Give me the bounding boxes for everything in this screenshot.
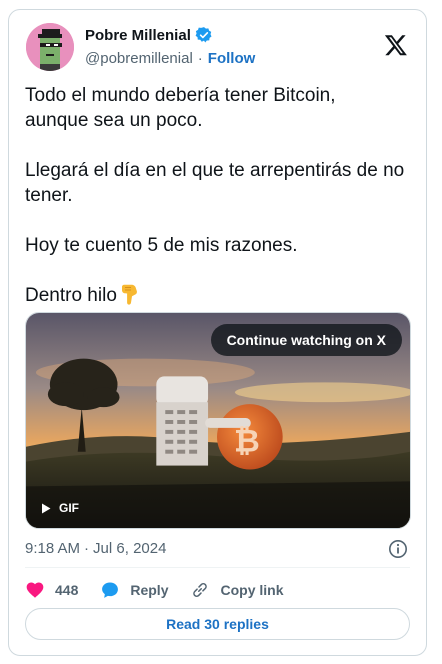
svg-text:₿: ₿ <box>234 423 260 459</box>
reply-bubble-icon <box>102 582 119 598</box>
play-icon <box>42 503 51 513</box>
tweet-date: Jul 6, 2024 <box>93 540 167 557</box>
gif-media[interactable]: ₿ Continue watching on X GIF <box>25 312 411 529</box>
tweet-paragraph-last: Dentro hilo <box>25 283 417 308</box>
gif-badge[interactable]: GIF <box>34 497 86 519</box>
verified-badge-icon <box>195 27 212 43</box>
continue-watching-button[interactable]: Continue watching on X <box>210 324 402 356</box>
tweet-paragraph: Llegará el día en el que te arrepentirás… <box>25 160 405 206</box>
author-name-row: Pobre Millenial <box>85 26 213 44</box>
tweet-paragraph: Todo el mundo debería tener Bitcoin, aun… <box>25 85 336 131</box>
tweet-header: Pobre Millenial @pobremillenial · Follow <box>26 23 410 73</box>
gif-label: GIF <box>59 501 79 515</box>
reply-label: Reply <box>130 582 169 598</box>
copy-link-label: Copy link <box>220 582 284 598</box>
link-icon <box>193 583 208 597</box>
tweet-text: Todo el mundo debería tener Bitcoin, aun… <box>25 83 417 308</box>
author-handle[interactable]: @pobremillenial <box>85 50 193 67</box>
copy-link-button[interactable]: Copy link <box>190 580 284 600</box>
author-handle-row: @pobremillenial · Follow <box>85 50 255 67</box>
tweet-time: 9:18 AM <box>25 540 81 557</box>
pixel-art-avatar-icon <box>26 23 74 71</box>
like-button[interactable]: 448 <box>25 580 78 600</box>
read-replies-button[interactable]: Read 30 replies <box>25 608 410 640</box>
author-name[interactable]: Pobre Millenial <box>85 27 191 44</box>
reply-button[interactable]: Reply <box>100 580 168 600</box>
tweet-paragraph-text: Dentro hilo <box>25 285 117 306</box>
tweet-card: Pobre Millenial @pobremillenial · Follow… <box>8 9 427 656</box>
handle-separator: · <box>197 50 203 67</box>
tweet-timestamp[interactable]: 9:18 AM · Jul 6, 2024 <box>25 540 166 557</box>
pointing-down-emoji-icon <box>121 284 137 305</box>
likes-count: 448 <box>55 582 79 598</box>
tweet-actions: 448 Reply Copy link <box>25 578 306 602</box>
tweet-paragraph: Hoy te cuento 5 de mis razones. <box>25 235 298 256</box>
info-icon[interactable] <box>388 539 408 559</box>
heart-icon <box>26 582 44 598</box>
divider <box>25 567 410 568</box>
x-logo-icon[interactable] <box>384 33 408 57</box>
avatar[interactable] <box>26 23 74 71</box>
date-separator: · <box>84 540 90 557</box>
follow-button[interactable]: Follow <box>208 50 256 67</box>
